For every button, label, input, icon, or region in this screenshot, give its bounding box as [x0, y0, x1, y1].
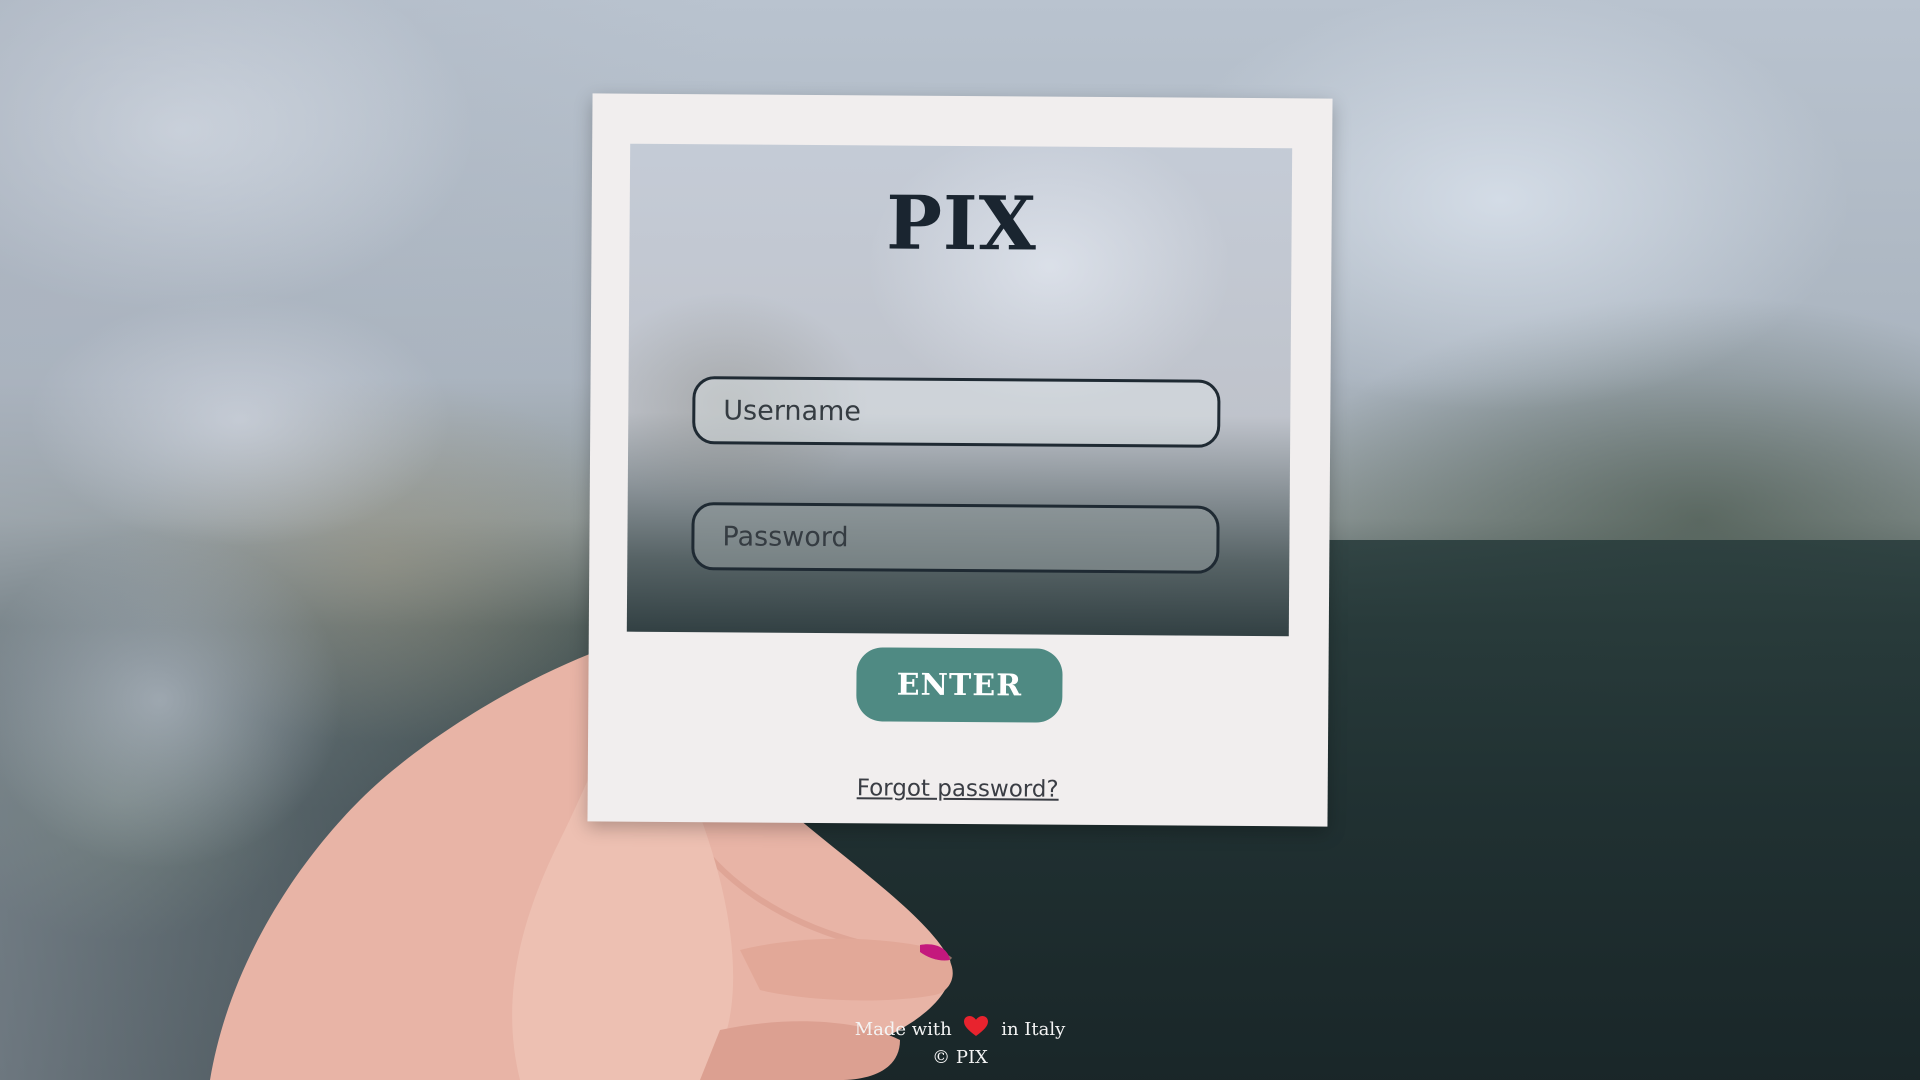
footer-made-with-line: Made with in Italy	[760, 1015, 1160, 1045]
username-input[interactable]	[692, 376, 1221, 448]
made-with-text: Made with	[854, 1019, 952, 1040]
brand-title: PIX	[886, 180, 1038, 268]
enter-button[interactable]: ENTER	[856, 647, 1063, 723]
copyright-text: © PIX	[932, 1047, 988, 1068]
forgot-password-link[interactable]: Forgot password?	[588, 773, 1328, 804]
in-country-text: in Italy	[1001, 1019, 1066, 1040]
footer: Made with in Italy © PIX	[760, 1015, 1160, 1071]
heart-icon	[963, 1015, 989, 1045]
password-input[interactable]	[691, 502, 1220, 574]
polaroid-login-card: PIX ENTER Forgot password?	[587, 93, 1333, 827]
